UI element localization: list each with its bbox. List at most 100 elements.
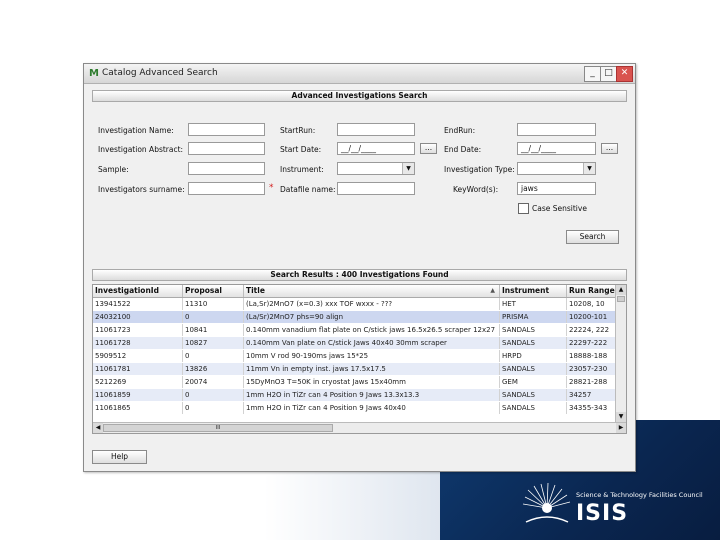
search-button[interactable]: Search	[566, 230, 619, 244]
sort-ascending-icon: ▲	[490, 287, 495, 294]
cell-proposal: 0	[183, 402, 244, 414]
cell-run-range: 18888-188	[567, 350, 616, 362]
cell-investigation-id: 11061781	[93, 363, 183, 375]
keywords-field[interactable]: jaws	[517, 182, 596, 195]
isis-logo: Science & Technology Facilities Council …	[522, 482, 712, 534]
minimize-button[interactable]: _	[584, 66, 601, 82]
instrument-select[interactable]: ▼	[337, 162, 415, 175]
vertical-scroll-thumb[interactable]	[617, 296, 625, 302]
help-button[interactable]: Help	[92, 450, 147, 464]
investigators-surname-label: Investigators surname:	[98, 185, 185, 194]
cell-proposal: 0	[183, 389, 244, 401]
cell-investigation-id: 5212269	[93, 376, 183, 388]
case-sensitive-checkbox[interactable]	[518, 203, 529, 214]
chevron-down-icon: ▼	[583, 163, 595, 174]
cell-instrument: SANDALS	[500, 324, 567, 336]
scroll-right-icon[interactable]: ▶	[616, 423, 626, 433]
table-row[interactable]: 13941522 11310 (La,Sr)2MnO7 (x=0.3) xxx TO…	[93, 298, 616, 310]
start-date-picker-button[interactable]: ...	[420, 143, 437, 154]
vertical-scrollbar[interactable]: ▲ ▼	[615, 285, 626, 422]
cell-title: 15DyMnO3 T=50K in cryostat Jaws 15x40mm	[244, 376, 500, 388]
cell-title: (La/Sr)2MnO7 phs=90 align	[244, 311, 500, 323]
scroll-down-icon[interactable]: ▼	[616, 412, 626, 422]
table-row[interactable]: 11061728 10827 0.140mm Van plate on C/stic…	[93, 337, 616, 349]
end-date-field[interactable]: __/__/____	[517, 142, 596, 155]
council-name: Science & Technology Facilities Council	[576, 491, 703, 499]
cell-investigation-id: 11061728	[93, 337, 183, 349]
isis-wordmark: ISIS	[576, 501, 629, 526]
column-header-instrument[interactable]: Instrument	[500, 285, 567, 297]
cell-title: 1mm H2O in TiZr can 4 Position 9 Jaws 13…	[244, 389, 500, 401]
catalog-window: M Catalog Advanced Search _ □ ✕ Advanced…	[83, 63, 636, 472]
close-button[interactable]: ✕	[616, 66, 633, 82]
investigators-surname-field[interactable]	[188, 182, 265, 195]
horizontal-scroll-thumb[interactable]: III	[103, 424, 333, 432]
table-row[interactable]: 24032100 0 (La/Sr)2MnO7 phs=90 align PRISMA…	[93, 311, 616, 323]
cell-title: 1mm H2O in TiZr can 4 Position 9 Jaws 40…	[244, 402, 500, 414]
cell-run-range: 22297-222	[567, 337, 616, 349]
cell-proposal: 10841	[183, 324, 244, 336]
table-row[interactable]: 5212269 20074 15DyMnO3 T=50K in cryostat J…	[93, 376, 616, 388]
cell-proposal: 11310	[183, 298, 244, 310]
end-run-label: EndRun:	[444, 126, 476, 135]
window-title: Catalog Advanced Search	[102, 68, 218, 78]
app-icon: M	[89, 68, 99, 79]
table-header: InvestigationId Proposal Title ▲ Instrum…	[93, 285, 616, 298]
column-header-run-range[interactable]: Run Range	[567, 285, 616, 297]
cell-proposal: 0	[183, 350, 244, 362]
scroll-up-icon[interactable]: ▲	[616, 285, 626, 295]
start-run-label: StartRun:	[280, 126, 316, 135]
investigation-abstract-field[interactable]	[188, 142, 265, 155]
table-row[interactable]: 5909512 0 10mm V rod 90-190ms jaws 15*25 HR…	[93, 350, 616, 362]
table-row[interactable]: 11061723 10841 0.140mm vanadium flat plate…	[93, 324, 616, 336]
investigation-type-select[interactable]: ▼	[517, 162, 596, 175]
cell-run-range: 22224, 222	[567, 324, 616, 336]
column-header-investigation-id[interactable]: InvestigationId	[93, 285, 183, 297]
results-header: Search Results : 400 Investigations Foun…	[92, 269, 627, 281]
cell-run-range: 28821-288	[567, 376, 616, 388]
cell-instrument: GEM	[500, 376, 567, 388]
search-panel-header: Advanced Investigations Search	[92, 90, 627, 102]
start-date-label: Start Date:	[280, 145, 322, 154]
instrument-label: Instrument:	[280, 165, 324, 174]
table-row[interactable]: 11061859 0 1mm H2O in TiZr can 4 Position …	[93, 389, 616, 401]
investigation-name-field[interactable]	[188, 123, 265, 136]
required-asterisk: *	[269, 183, 274, 193]
cell-instrument: SANDALS	[500, 337, 567, 349]
cell-investigation-id: 11061865	[93, 402, 183, 414]
cell-run-range: 34355-343	[567, 402, 616, 414]
cell-title: 0.140mm vanadium flat plate on C/stick j…	[244, 324, 500, 336]
case-sensitive-label: Case Sensitive	[532, 204, 587, 213]
column-header-proposal[interactable]: Proposal	[183, 285, 244, 297]
datafile-name-field[interactable]	[337, 182, 415, 195]
investigation-abstract-label: Investigation Abstract:	[98, 145, 184, 154]
cell-title: (La,Sr)2MnO7 (x=0.3) xxx TOF wxxx - ???	[244, 298, 500, 310]
end-run-field[interactable]	[517, 123, 596, 136]
cell-run-range: 23057-230	[567, 363, 616, 375]
datafile-name-label: Datafile name:	[280, 185, 336, 194]
cell-investigation-id: 13941522	[93, 298, 183, 310]
sample-label: Sample:	[98, 165, 129, 174]
cell-instrument: HET	[500, 298, 567, 310]
investigation-type-label: Investigation Type:	[444, 165, 515, 174]
start-run-field[interactable]	[337, 123, 415, 136]
start-date-field[interactable]: __/__/____	[337, 142, 415, 155]
scroll-left-icon[interactable]: ◀	[93, 423, 103, 433]
cell-investigation-id: 11061859	[93, 389, 183, 401]
cell-proposal: 0	[183, 311, 244, 323]
sample-field[interactable]	[188, 162, 265, 175]
end-date-label: End Date:	[444, 145, 482, 154]
cell-instrument: HRPD	[500, 350, 567, 362]
end-date-picker-button[interactable]: ...	[601, 143, 618, 154]
horizontal-scrollbar[interactable]: ◀ III ▶	[93, 422, 626, 433]
maximize-button[interactable]: □	[600, 66, 617, 82]
cell-investigation-id: 24032100	[93, 311, 183, 323]
table-row[interactable]: 11061865 0 1mm H2O in TiZr can 4 Position …	[93, 402, 616, 414]
column-header-title[interactable]: Title ▲	[244, 285, 500, 297]
column-header-title-label: Title	[246, 286, 265, 295]
chevron-down-icon: ▼	[402, 163, 414, 174]
cell-title: 0.140mm Van plate on C/stick Jaws 40x40 …	[244, 337, 500, 349]
table-row[interactable]: 11061781 13826 11mm Vn in empty inst. jaws…	[93, 363, 616, 375]
cell-investigation-id: 11061723	[93, 324, 183, 336]
title-bar[interactable]: M Catalog Advanced Search _ □ ✕	[84, 64, 635, 84]
